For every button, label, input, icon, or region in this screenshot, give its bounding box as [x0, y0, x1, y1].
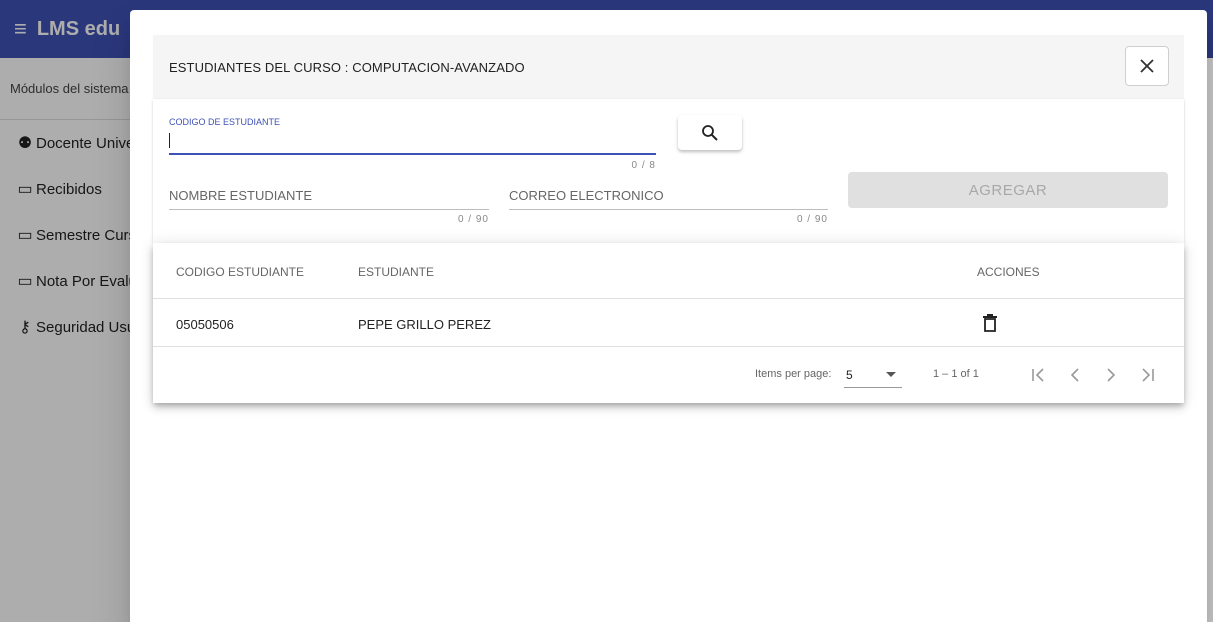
last-page-button[interactable]: [1131, 359, 1163, 391]
column-header-actions: ACCIONES: [977, 265, 1040, 279]
close-icon: [1140, 59, 1154, 73]
student-form: CODIGO DE ESTUDIANTE 0 / 8 NOMBRE ESTUDI…: [153, 99, 1184, 243]
student-name-underline: [169, 209, 489, 210]
dialog-header: ESTUDIANTES DEL CURSO : COMPUTACION-AVAN…: [153, 35, 1184, 99]
student-name-label: NOMBRE ESTUDIANTE: [169, 188, 313, 203]
student-code-field[interactable]: CODIGO DE ESTUDIANTE 0 / 8: [169, 113, 656, 171]
page-size-select[interactable]: 5: [844, 364, 902, 388]
first-page-icon: [1032, 368, 1044, 382]
column-header-code[interactable]: CODIGO ESTUDIANTE: [176, 265, 304, 279]
page-range-label: 1 – 1 of 1: [933, 368, 979, 380]
table-header: CODIGO ESTUDIANTE ESTUDIANTE ACCIONES: [153, 243, 1184, 299]
email-underline: [509, 209, 828, 210]
search-icon: [702, 124, 718, 141]
items-per-page-label: Items per page:: [755, 368, 832, 380]
dialog-title: ESTUDIANTES DEL CURSO : COMPUTACION-AVAN…: [169, 59, 525, 75]
email-label: CORREO ELECTRONICO: [509, 188, 664, 203]
page-size-value: 5: [846, 368, 853, 382]
student-name-hint: 0 / 90: [457, 214, 489, 225]
column-header-student[interactable]: ESTUDIANTE: [358, 265, 434, 279]
students-dialog: ESTUDIANTES DEL CURSO : COMPUTACION-AVAN…: [130, 10, 1207, 622]
student-code-underline: [169, 153, 656, 155]
paginator: Items per page: 5 1 – 1 of 1: [153, 347, 1184, 403]
search-button[interactable]: [678, 115, 742, 150]
dropdown-arrow-icon: [886, 372, 896, 377]
first-page-button[interactable]: [1023, 359, 1055, 391]
student-name-cell: PEPE GRILLO PEREZ: [358, 317, 491, 332]
last-page-icon: [1142, 368, 1154, 382]
delete-icon[interactable]: [982, 314, 998, 332]
add-button[interactable]: AGREGAR: [848, 172, 1168, 208]
previous-page-button[interactable]: [1059, 359, 1091, 391]
student-code-hint: 0 / 8: [631, 160, 656, 171]
chevron-right-icon: [1107, 368, 1116, 382]
close-button[interactable]: [1125, 46, 1169, 86]
student-name-field[interactable]: NOMBRE ESTUDIANTE 0 / 90: [169, 183, 489, 233]
table-row: 05050506 PEPE GRILLO PEREZ: [153, 299, 1184, 347]
students-table: CODIGO ESTUDIANTE ESTUDIANTE ACCIONES 05…: [153, 243, 1184, 403]
student-code-cell: 05050506: [176, 317, 234, 332]
background-scroll-area: [1207, 58, 1213, 622]
chevron-left-icon: [1070, 368, 1079, 382]
student-code-label: CODIGO DE ESTUDIANTE: [169, 117, 281, 127]
email-hint: 0 / 90: [796, 214, 828, 225]
email-field[interactable]: CORREO ELECTRONICO 0 / 90: [509, 183, 828, 233]
text-caret: [169, 133, 170, 148]
next-page-button[interactable]: [1095, 359, 1127, 391]
